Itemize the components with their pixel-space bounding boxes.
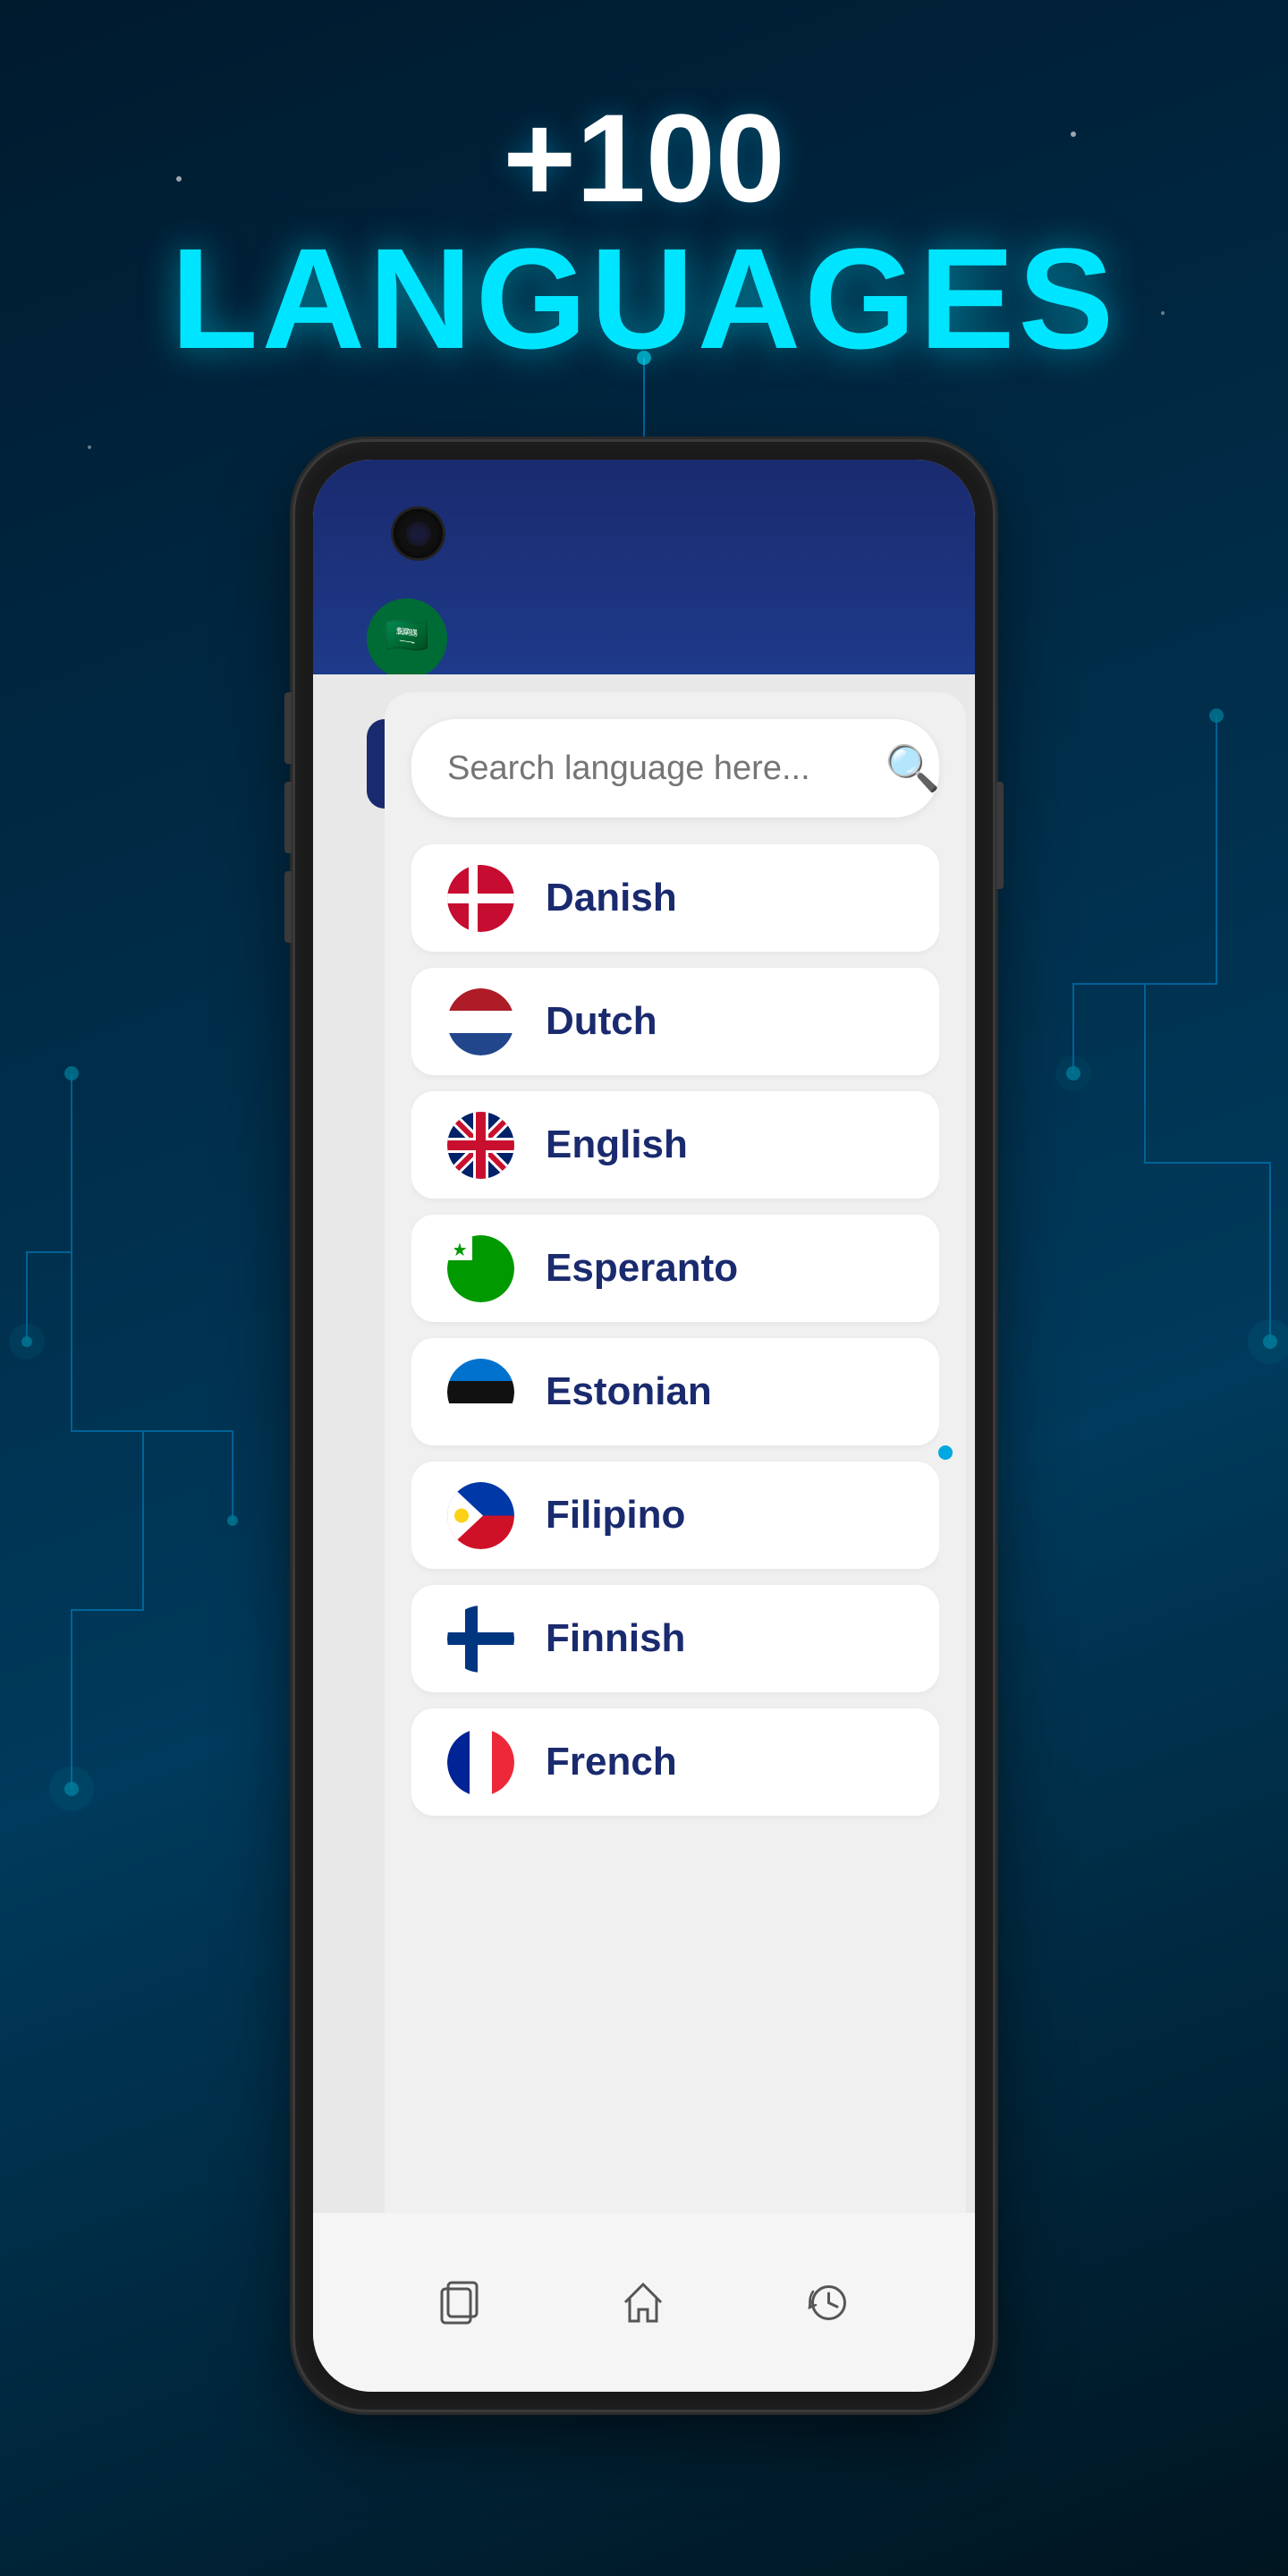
search-input[interactable] (447, 750, 885, 788)
phone-mockup: 🇸🇦 ⇄ ≡ 🔍 (295, 442, 993, 2410)
svg-text:✦: ✦ (457, 1512, 465, 1522)
filipino-flag: ✦ (447, 1482, 514, 1549)
home-nav-button[interactable] (608, 2267, 680, 2338)
list-item[interactable]: French (411, 1708, 939, 1816)
app-top-bar: 🇸🇦 (313, 460, 975, 674)
list-item[interactable]: English (411, 1091, 939, 1199)
estonian-flag (447, 1359, 514, 1426)
list-item[interactable]: Dutch (411, 968, 939, 1075)
volume-up-button (284, 692, 292, 764)
phone-frame: 🇸🇦 ⇄ ≡ 🔍 (295, 442, 993, 2410)
volume-down-button (284, 782, 292, 853)
language-name-english: English (546, 1123, 688, 1167)
search-bar: 🔍 (411, 719, 939, 818)
scroll-indicator (938, 1445, 953, 1460)
history-nav-button[interactable] (793, 2267, 865, 2338)
list-item[interactable]: ★ Esperanto (411, 1215, 939, 1322)
language-name-dutch: Dutch (546, 999, 657, 1044)
camera-lens (406, 521, 431, 547)
language-name-finnish: Finnish (546, 1616, 685, 1661)
english-flag (447, 1112, 514, 1179)
source-language-flag[interactable]: 🇸🇦 (367, 598, 447, 679)
language-name-french: French (546, 1740, 677, 1784)
language-list: Danish (411, 844, 939, 2213)
count-text: +100 (171, 89, 1117, 227)
list-item[interactable]: ✦ Filipino (411, 1462, 939, 1569)
language-panel: 🔍 (385, 692, 966, 2213)
title-text: LANGUAGES (171, 227, 1117, 370)
phone-screen: 🇸🇦 ⇄ ≡ 🔍 (313, 460, 975, 2392)
dutch-flag (447, 988, 514, 1055)
finnish-flag (447, 1606, 514, 1673)
list-item[interactable]: Danish (411, 844, 939, 952)
french-flag (447, 1729, 514, 1796)
svg-text:★: ★ (452, 1241, 468, 1260)
language-name-danish: Danish (546, 876, 677, 920)
language-name-estonian: Estonian (546, 1369, 712, 1414)
power-button (996, 782, 1004, 889)
svg-text:🇸🇦: 🇸🇦 (385, 616, 429, 656)
language-name-filipino: Filipino (546, 1493, 685, 1538)
silent-button (284, 871, 292, 943)
app-bottom-bar (313, 2213, 975, 2392)
language-name-esperanto: Esperanto (546, 1246, 738, 1291)
camera (394, 509, 443, 558)
search-icon[interactable]: 🔍 (885, 742, 940, 795)
app-header: +100 LANGUAGES (171, 89, 1117, 370)
esperanto-flag: ★ (447, 1235, 514, 1302)
copy-nav-button[interactable] (423, 2267, 495, 2338)
list-item[interactable]: Finnish (411, 1585, 939, 1692)
danish-flag (447, 865, 514, 932)
list-item[interactable]: Estonian (411, 1338, 939, 1445)
